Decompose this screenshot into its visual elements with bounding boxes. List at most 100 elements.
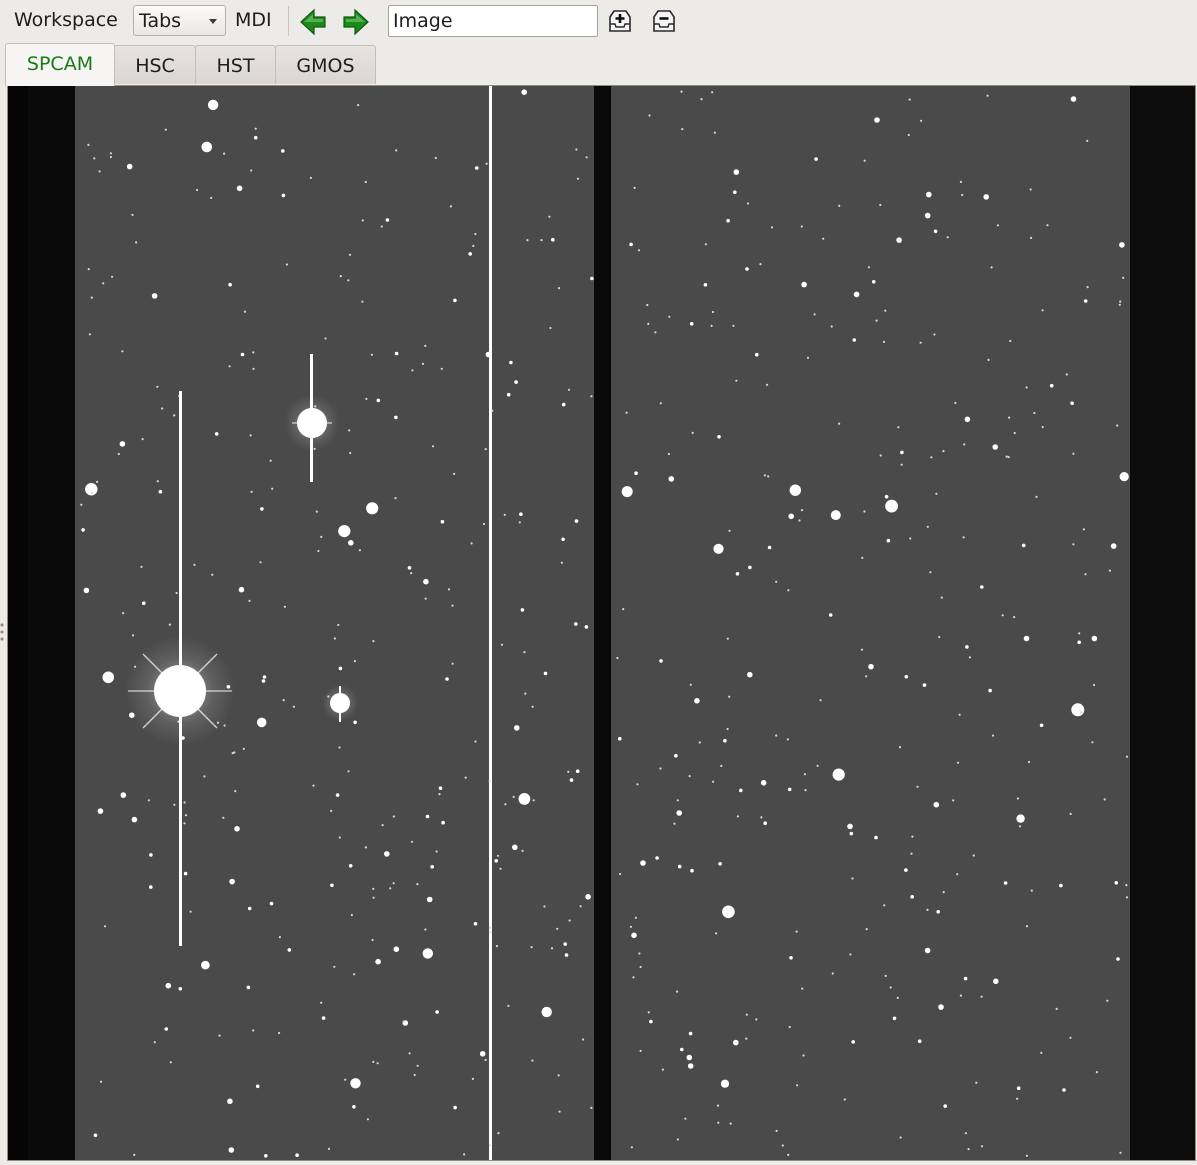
star: [165, 982, 172, 989]
star: [430, 865, 435, 869]
star: [261, 679, 266, 683]
remove-channel-icon: [653, 10, 675, 32]
star: [520, 608, 525, 612]
star: [91, 491, 94, 494]
star: [111, 275, 114, 278]
image-viewer[interactable]: [7, 85, 1196, 1161]
star: [568, 919, 571, 922]
star: [475, 166, 479, 170]
star: [395, 149, 398, 152]
star: [96, 480, 99, 483]
bright-star: [154, 665, 206, 717]
star: [521, 849, 524, 853]
star: [689, 322, 694, 326]
star: [952, 799, 955, 802]
star: [647, 322, 650, 325]
star: [203, 775, 206, 778]
astronomical-image: [8, 86, 1195, 1160]
star: [353, 720, 357, 725]
tab-hst[interactable]: HST: [195, 45, 276, 84]
star: [884, 494, 889, 499]
mdi-label[interactable]: MDI: [235, 9, 272, 31]
star: [424, 928, 427, 931]
star: [616, 656, 619, 660]
star: [1091, 741, 1094, 744]
star: [549, 326, 552, 330]
star: [729, 1122, 732, 1125]
star: [394, 497, 397, 500]
star: [312, 784, 315, 787]
star: [472, 244, 475, 247]
tab-hsc[interactable]: HSC: [114, 45, 196, 84]
star: [767, 545, 772, 550]
star: [726, 727, 729, 731]
star: [972, 854, 975, 857]
star: [1025, 386, 1028, 389]
tab-spcam[interactable]: SPCAM: [5, 43, 115, 86]
star: [254, 127, 257, 130]
star: [920, 119, 923, 122]
star: [733, 1039, 739, 1046]
star: [646, 303, 649, 307]
star: [961, 193, 964, 197]
star: [910, 852, 913, 855]
star: [1065, 373, 1068, 376]
star: [102, 671, 115, 684]
star: [532, 799, 535, 802]
star: [1106, 999, 1109, 1002]
star: [579, 905, 582, 908]
star: [1003, 881, 1008, 885]
star: [813, 313, 816, 316]
tab-gmos[interactable]: GMOS: [275, 45, 376, 84]
star: [445, 677, 449, 681]
star: [1016, 814, 1025, 823]
star: [735, 572, 740, 576]
star: [747, 671, 753, 678]
star: [512, 795, 515, 799]
star: [963, 443, 966, 446]
star: [384, 851, 390, 857]
star: [512, 844, 518, 851]
star: [637, 249, 641, 252]
channel-name-input[interactable]: [388, 5, 598, 37]
star: [684, 1117, 687, 1120]
star: [434, 156, 437, 160]
prev-channel-button[interactable]: [299, 8, 327, 36]
star: [843, 1098, 846, 1101]
star: [1092, 683, 1096, 687]
next-channel-button[interactable]: [342, 8, 370, 36]
star: [1016, 1097, 1019, 1100]
add-channel-button[interactable]: [606, 7, 634, 35]
workspace-layout-select[interactable]: Tabs: [133, 5, 226, 36]
star: [647, 1011, 650, 1014]
star: [801, 987, 804, 990]
star: [567, 388, 571, 391]
remove-channel-button[interactable]: [650, 7, 678, 35]
star: [946, 236, 949, 239]
star: [518, 793, 531, 805]
star: [424, 597, 427, 600]
star: [482, 522, 486, 526]
star: [838, 422, 841, 425]
star: [504, 803, 507, 806]
star: [423, 578, 429, 585]
star: [668, 476, 675, 482]
dock-resize-handle[interactable]: [0, 621, 4, 647]
star: [184, 814, 188, 817]
arrow-left-icon: [300, 8, 326, 36]
star: [260, 507, 264, 511]
star: [907, 133, 910, 137]
star: [917, 1039, 922, 1043]
star: [634, 471, 638, 476]
star: [183, 801, 186, 804]
star: [639, 1049, 642, 1052]
star: [690, 868, 694, 873]
star: [832, 768, 845, 781]
star: [800, 225, 803, 228]
star: [1041, 425, 1044, 429]
star: [884, 309, 887, 312]
star: [407, 566, 412, 570]
star: [269, 459, 272, 462]
star: [1071, 703, 1085, 717]
star: [904, 868, 908, 872]
